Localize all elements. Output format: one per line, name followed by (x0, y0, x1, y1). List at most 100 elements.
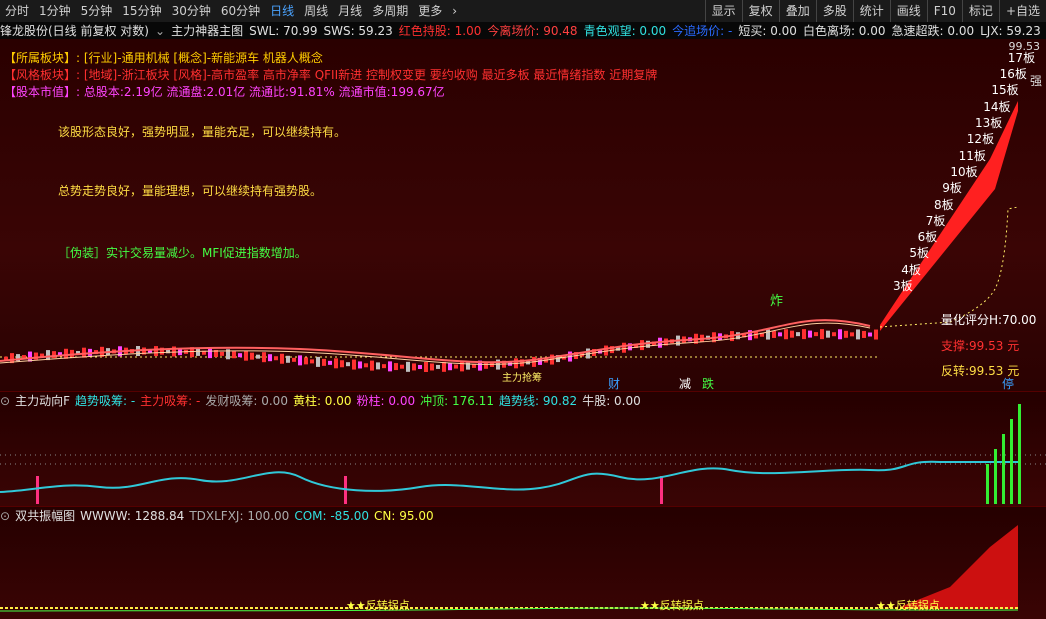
candle (304, 357, 308, 365)
suspend-marker[interactable]: 停 (1002, 375, 1014, 392)
board-label-10: 10板 (950, 164, 978, 179)
indicator-name[interactable]: 主力神器主图 (171, 22, 243, 39)
candle (244, 350, 248, 361)
board-label-4: 4板 (901, 262, 921, 277)
sub1-green-bar (1018, 404, 1021, 504)
candle (808, 330, 812, 338)
candle (784, 329, 788, 340)
candle (412, 363, 416, 371)
board-label-3: 3板 (893, 279, 913, 293)
candle (340, 360, 344, 368)
right-toolbar: 显示 复权 叠加 多股 统计 画线 F10 标记 +自选 (704, 0, 1046, 22)
candle (460, 361, 464, 372)
sub2-reversal-3: ★★反转拐点 (876, 599, 940, 612)
candle (196, 348, 200, 356)
statistics-button[interactable]: 统计 (852, 0, 890, 22)
tab-1min[interactable]: 1分钟 (34, 0, 76, 22)
candle (826, 330, 830, 338)
red-hold-value: 红色持股: 1.00 (398, 24, 482, 38)
candle (868, 332, 872, 337)
candle (772, 330, 776, 338)
candle (874, 329, 878, 340)
swl-value: SWL: 70.99 (249, 23, 318, 38)
add-watchlist-button[interactable]: +自选 (998, 0, 1046, 22)
candle (850, 332, 854, 337)
candle (364, 363, 368, 368)
candle (298, 355, 302, 366)
candle (844, 330, 848, 338)
candle (328, 360, 332, 365)
tab-weekly[interactable]: 周线 (299, 0, 333, 22)
white-exit-value: 白色离场: 0.00 (802, 24, 886, 38)
candle (430, 363, 434, 371)
candle (766, 329, 770, 340)
candle (862, 330, 866, 338)
candle (406, 361, 410, 372)
candle (256, 354, 260, 359)
candle (820, 329, 824, 340)
candle (46, 350, 50, 361)
stock-name[interactable]: 锋龙股份(日线 前复权 对数) (0, 22, 149, 39)
sws-value: SWS: 59.23 (323, 23, 393, 38)
sub-chart-2[interactable]: ⊙ 双共振幅图 WWWW: 1288.84 TDXLFXJ: 100.00 CO… (0, 506, 1046, 619)
tab-multi-period[interactable]: 多周期 (367, 0, 413, 22)
candle (490, 362, 494, 367)
board-label-12: 12板 (966, 132, 995, 147)
multi-stock-button[interactable]: 多股 (815, 0, 853, 22)
tab-60min[interactable]: 60分钟 (216, 0, 265, 22)
more-arrow-icon[interactable]: › (447, 0, 462, 22)
sub1-green-bars (986, 404, 1021, 504)
candle (622, 342, 626, 353)
tab-fenshi[interactable]: 分时 (0, 0, 34, 22)
candle (640, 340, 644, 351)
candle (292, 357, 296, 362)
draw-line-button[interactable]: 画线 (889, 0, 927, 22)
cyan-watch-value: 青色观望: 0.00 (583, 24, 667, 38)
candle (358, 361, 362, 369)
tab-monthly[interactable]: 月线 (333, 0, 367, 22)
overlay-button[interactable]: 叠加 (778, 0, 816, 22)
sub1-green-bar (986, 464, 989, 504)
fall-marker[interactable]: 跌 (702, 375, 714, 392)
rapid-super-value: 急速超跌: 0.00 (891, 24, 975, 38)
tab-more[interactable]: 更多 (413, 0, 447, 22)
mark-button[interactable]: 标记 (961, 0, 999, 22)
board-label-11: 11板 (958, 148, 986, 163)
today-exit-value: 今离场价: 90.48 (487, 24, 578, 38)
f10-button[interactable]: F10 (926, 0, 962, 22)
candle (778, 332, 782, 337)
chevron-down-icon[interactable]: ⌄ (155, 24, 165, 38)
reduce-marker[interactable]: 减 (679, 375, 691, 392)
candle (856, 329, 860, 340)
candle (280, 353, 284, 364)
board-label-14: 14板 (983, 99, 1011, 114)
sub1-trend-curve (0, 460, 1018, 493)
candle (376, 362, 380, 370)
explode-marker: 炸 (770, 294, 784, 309)
tab-5min[interactable]: 5分钟 (76, 0, 118, 22)
tab-15min[interactable]: 15分钟 (117, 0, 166, 22)
candle (274, 356, 278, 361)
candle (352, 359, 356, 370)
candle (388, 361, 392, 372)
candle (838, 329, 842, 340)
board-label-6: 6板 (917, 230, 938, 245)
candle (268, 354, 272, 362)
board-label-8: 8板 (934, 197, 954, 212)
sub-chart-1[interactable]: ⊙ 主力动向F 趋势吸筹: - 主力吸筹: - 发财吸筹: 0.00 黄柱: 0… (0, 391, 1046, 507)
board-label-16: 16板 (999, 67, 1027, 82)
sub1-pink-bar-3 (660, 476, 663, 504)
adjust-button[interactable]: 复权 (741, 0, 779, 22)
tab-daily[interactable]: 日线 (265, 0, 299, 22)
candle (382, 364, 386, 369)
candle (238, 353, 242, 358)
main-chart-panel[interactable]: 99.53 【所属板块】: [行业]-通用机械 [概念]-新能源车 机器人概念 … (0, 39, 1046, 391)
candle (154, 346, 158, 357)
display-button[interactable]: 显示 (704, 0, 742, 22)
candle (418, 364, 422, 369)
board-label-7: 7板 (925, 213, 946, 228)
board-label-9: 9板 (942, 181, 962, 196)
tab-30min[interactable]: 30分钟 (167, 0, 216, 22)
finance-marker[interactable]: 财 (608, 375, 620, 392)
candle (790, 330, 794, 338)
